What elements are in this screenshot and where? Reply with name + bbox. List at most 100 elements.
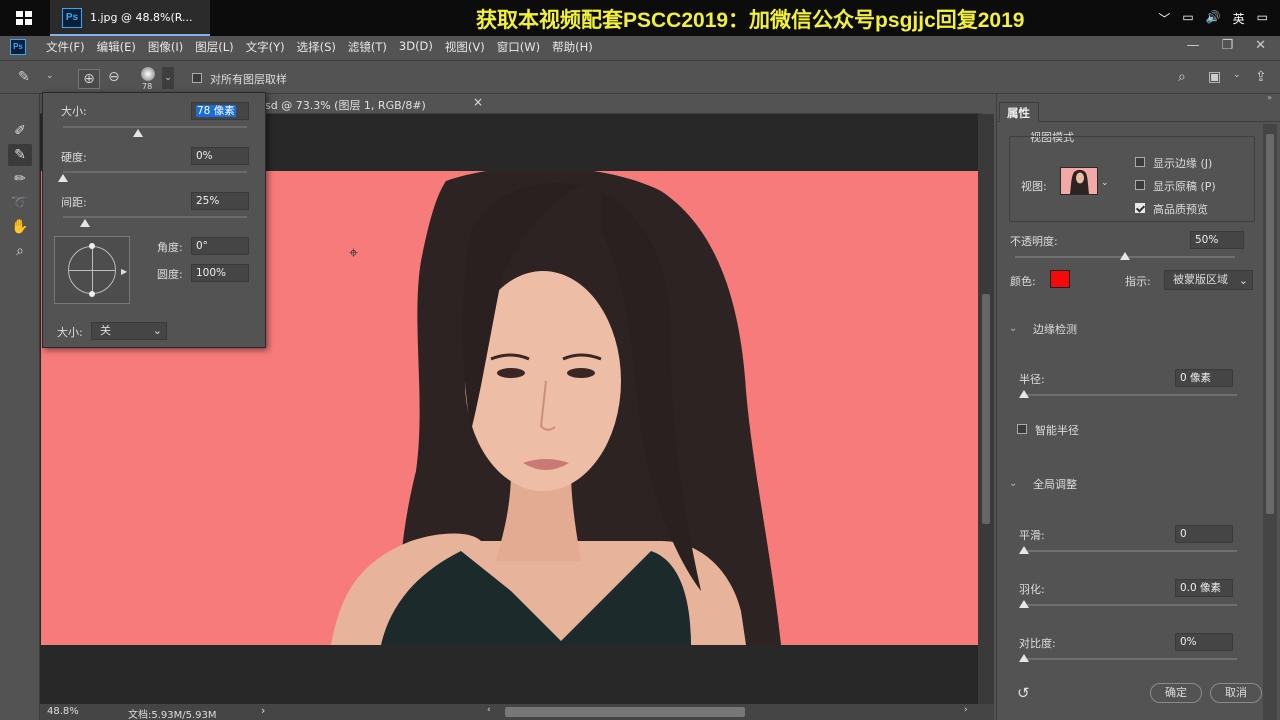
search-icon[interactable]: ⌕ xyxy=(1178,69,1186,85)
spacing-slider-track[interactable] xyxy=(63,216,247,218)
global-refine-heading[interactable]: 全局调整 xyxy=(1033,476,1077,492)
share-icon[interactable]: ⇪ xyxy=(1255,69,1267,85)
view-mode-chevron-icon[interactable]: ⌄ xyxy=(1101,178,1109,188)
window-controls: — ❐ ✕ xyxy=(1186,38,1266,53)
minimize-icon[interactable]: — xyxy=(1186,38,1199,53)
notification-icon[interactable]: ▭ xyxy=(1257,10,1268,27)
angle-input[interactable]: 0° xyxy=(191,237,249,255)
close-icon[interactable]: ✕ xyxy=(1255,38,1266,53)
menu-item-8[interactable]: 视图(V) xyxy=(445,39,485,55)
radius-slider-track[interactable] xyxy=(1021,394,1237,396)
menu-item-10[interactable]: 帮助(H) xyxy=(552,39,593,55)
menu-item-4[interactable]: 文字(Y) xyxy=(246,39,285,55)
brush-picker-chevron-icon[interactable]: ⌄ xyxy=(162,67,174,89)
network-icon[interactable]: ▭ xyxy=(1182,10,1193,27)
spacing-input[interactable]: 25% xyxy=(191,192,249,210)
workspace-icon[interactable]: ▣ xyxy=(1208,69,1221,85)
tab-properties[interactable]: 属性 xyxy=(999,102,1039,122)
sample-all-layers-checkbox[interactable] xyxy=(192,73,202,83)
refine-edge-brush-tool-icon[interactable]: ✎ xyxy=(8,144,32,166)
volume-icon[interactable]: 🔊 xyxy=(1206,10,1221,27)
smooth-slider-knob[interactable] xyxy=(1019,546,1029,554)
opacity-input[interactable]: 50% xyxy=(1190,231,1244,249)
menu-item-1[interactable]: 编辑(E) xyxy=(97,39,136,55)
roundness-input[interactable]: 100% xyxy=(191,264,249,282)
workspace-chevron-icon[interactable]: ⌄ xyxy=(1233,70,1241,80)
zoom-tool-icon[interactable]: ⌕ xyxy=(8,240,32,262)
show-original-checkbox[interactable] xyxy=(1135,180,1145,190)
scroll-left-icon[interactable]: ‹ xyxy=(487,705,491,715)
add-mode-icon[interactable]: ⊕ xyxy=(78,69,100,89)
brush-preview-icon[interactable] xyxy=(141,67,155,81)
ime-indicator[interactable]: 英 xyxy=(1233,10,1245,27)
menu-item-7[interactable]: 3D(D) xyxy=(399,39,433,55)
size-input[interactable]: 78 像素 xyxy=(191,102,249,120)
properties-scroll-thumb[interactable] xyxy=(1266,134,1274,514)
tab-close-icon[interactable]: × xyxy=(473,95,483,109)
tray-chevron-icon[interactable]: ﹀ xyxy=(1158,10,1170,27)
roundness-handle-bottom[interactable] xyxy=(89,291,95,297)
zoom-readout[interactable]: 48.8% xyxy=(47,706,79,717)
radius-slider-knob[interactable] xyxy=(1019,390,1029,398)
photoshop-window: Ps 1.jpg @ 48.8%(R... 获取本视频配套PSCC2019：加微… xyxy=(0,0,1280,720)
view-mode-thumbnail[interactable] xyxy=(1060,167,1098,195)
indicate-select[interactable]: 被蒙版区域 ⌄ xyxy=(1164,270,1253,290)
quick-selection-tool-icon[interactable]: ✐ xyxy=(8,120,32,142)
size-slider-knob[interactable] xyxy=(133,129,144,137)
smooth-input[interactable]: 0 xyxy=(1175,525,1233,543)
color-label: 颜色: xyxy=(1010,275,1036,288)
hand-tool-icon[interactable]: ✋ xyxy=(8,216,32,238)
menu-item-2[interactable]: 图像(I) xyxy=(148,39,183,55)
feather-slider-track[interactable] xyxy=(1021,604,1237,606)
opacity-slider-knob[interactable] xyxy=(1120,252,1130,260)
brush-tool-preset-icon[interactable]: ✎ xyxy=(18,69,30,85)
horizontal-scrollbar-thumb[interactable] xyxy=(505,707,745,717)
reset-icon[interactable]: ↺ xyxy=(1017,684,1030,702)
hardness-slider-knob[interactable] xyxy=(58,174,68,182)
subtract-mode-icon[interactable]: ⊖ xyxy=(108,69,120,85)
angle-arrow-icon[interactable]: ▶ xyxy=(121,267,127,276)
scrollbar-thumb[interactable] xyxy=(982,294,990,524)
ok-button[interactable]: 确定 xyxy=(1150,683,1202,703)
size-control-select[interactable]: 关 ⌄ xyxy=(91,322,167,340)
brush-angle-preview[interactable]: ▶ xyxy=(54,236,130,304)
menu-item-9[interactable]: 窗口(W) xyxy=(497,39,540,55)
overlay-color-swatch[interactable] xyxy=(1050,270,1070,288)
menu-item-3[interactable]: 图层(L) xyxy=(195,39,233,55)
scroll-right-icon[interactable]: › xyxy=(964,705,968,715)
spacing-slider-knob[interactable] xyxy=(80,219,91,227)
contrast-slider-knob[interactable] xyxy=(1019,654,1029,662)
feather-input[interactable]: 0.0 像素 xyxy=(1175,579,1233,597)
menu-item-6[interactable]: 滤镜(T) xyxy=(348,39,387,55)
preset-dropdown-chevron-icon[interactable]: ⌄ xyxy=(46,71,54,81)
brush-tool-icon[interactable]: ✏ xyxy=(8,168,32,190)
global-refine-chevron-icon[interactable]: ⌄ xyxy=(1009,478,1017,489)
edge-detection-heading[interactable]: 边缘检测 xyxy=(1033,321,1077,337)
menu-item-5[interactable]: 选择(S) xyxy=(297,39,336,55)
edge-detection-chevron-icon[interactable]: ⌄ xyxy=(1009,323,1017,334)
windows-start-icon[interactable] xyxy=(16,11,32,25)
size-slider-track[interactable] xyxy=(63,126,247,128)
collapse-panel-icon[interactable]: » xyxy=(1267,93,1272,102)
menu-item-0[interactable]: 文件(F) xyxy=(46,39,85,55)
smart-radius-label: 智能半径 xyxy=(1035,424,1079,437)
taskbar-photoshop-button[interactable]: Ps 1.jpg @ 48.8%(R... xyxy=(50,0,210,36)
contrast-input[interactable]: 0% xyxy=(1175,633,1233,651)
feather-slider-knob[interactable] xyxy=(1019,600,1029,608)
contrast-slider-track[interactable] xyxy=(1021,658,1237,660)
show-edge-checkbox[interactable] xyxy=(1135,157,1145,167)
hardness-input[interactable]: 0% xyxy=(191,147,249,165)
properties-panel: » 属性 视图模式 视图: ⌄ 显示边缘 (J) 显示原稿 (P) 高品质预览 … xyxy=(996,93,1280,720)
hardness-slider-track[interactable] xyxy=(63,171,247,173)
roundness-handle-top[interactable] xyxy=(89,243,95,249)
canvas-vertical-scrollbar[interactable] xyxy=(978,114,994,704)
properties-scrollbar[interactable] xyxy=(1263,124,1277,720)
radius-input[interactable]: 0 像素 xyxy=(1175,369,1233,387)
cancel-button[interactable]: 取消 xyxy=(1210,683,1262,703)
smart-radius-checkbox[interactable] xyxy=(1017,424,1027,434)
restore-icon[interactable]: ❐ xyxy=(1221,38,1233,53)
smooth-slider-track[interactable] xyxy=(1021,550,1237,552)
status-menu-chevron-icon[interactable]: › xyxy=(261,704,265,717)
high-quality-preview-checkbox[interactable] xyxy=(1135,203,1145,213)
lasso-tool-icon[interactable]: ➰ xyxy=(8,192,32,214)
